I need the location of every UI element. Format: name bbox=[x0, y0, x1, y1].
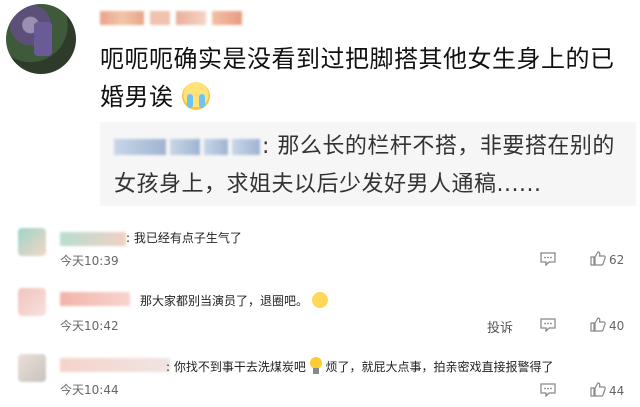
reply-item: : 我已经有点子生气了 今天10:39 62 bbox=[0, 226, 640, 274]
reply-text-part2: 烦了，就屁大点事，拍亲密戏直接报警得了 bbox=[325, 360, 554, 374]
comment-text: 呃呃呃确实是没看到过把脚搭其他女生身上的已婚男诶 bbox=[100, 40, 630, 116]
reply-text: 那大家都别当演员了，退圈吧。 bbox=[140, 294, 309, 308]
comment-icon[interactable] bbox=[540, 252, 556, 266]
reply-avatar[interactable] bbox=[18, 228, 46, 256]
lightbulb-emoji-icon bbox=[309, 357, 322, 375]
quoted-username-blurred[interactable] bbox=[114, 139, 260, 155]
reply-time: 今天10:42 bbox=[60, 319, 119, 333]
like-icon[interactable] bbox=[590, 382, 606, 397]
comment-body: 呃呃呃确实是没看到过把脚搭其他女生身上的已婚男诶 bbox=[100, 45, 615, 111]
like-count: 44 bbox=[609, 384, 625, 398]
reply-text-wrap: : 你找不到事干去洗煤炭吧 烦了，就屁大点事，拍亲密戏直接报警得了 bbox=[166, 357, 554, 375]
like-icon[interactable] bbox=[590, 317, 606, 332]
reply-avatar[interactable] bbox=[18, 354, 46, 382]
reply-text: : 我已经有点子生气了 bbox=[126, 231, 242, 245]
reply-username-blurred[interactable] bbox=[60, 358, 170, 372]
like-icon[interactable] bbox=[590, 251, 606, 266]
reply-time: 今天10:44 bbox=[60, 383, 119, 397]
reply-text-wrap: 那大家都别当演员了，退圈吧。 bbox=[140, 292, 328, 309]
like-count: 62 bbox=[609, 253, 625, 267]
reply-time: 今天10:39 bbox=[60, 254, 119, 268]
comment-icon[interactable] bbox=[540, 318, 556, 332]
quoted-comment[interactable]: : 那么长的栏杆不搭，非要搭在别的女孩身上，求姐夫以后少发好男人通稿...... bbox=[100, 122, 636, 206]
reply-avatar[interactable] bbox=[18, 288, 46, 316]
reply-username-blurred[interactable] bbox=[60, 292, 130, 306]
like-count: 40 bbox=[609, 319, 625, 333]
reply-item: 那大家都别当演员了，退圈吧。 今天10:42 投诉 40 bbox=[0, 286, 640, 336]
comment-icon[interactable] bbox=[540, 383, 556, 397]
reply-item: : 你找不到事干去洗煤炭吧 烦了，就屁大点事，拍亲密戏直接报警得了 今天10:4… bbox=[0, 350, 640, 400]
crying-emoji-icon bbox=[181, 82, 210, 110]
username-blurred[interactable] bbox=[100, 8, 242, 28]
reply-text-part1: : 你找不到事干去洗煤炭吧 bbox=[166, 360, 306, 374]
report-button[interactable]: 投诉 bbox=[487, 317, 513, 336]
reply-username-blurred[interactable] bbox=[60, 232, 126, 246]
avatar[interactable] bbox=[6, 4, 76, 74]
laughing-emoji-icon bbox=[311, 292, 328, 308]
